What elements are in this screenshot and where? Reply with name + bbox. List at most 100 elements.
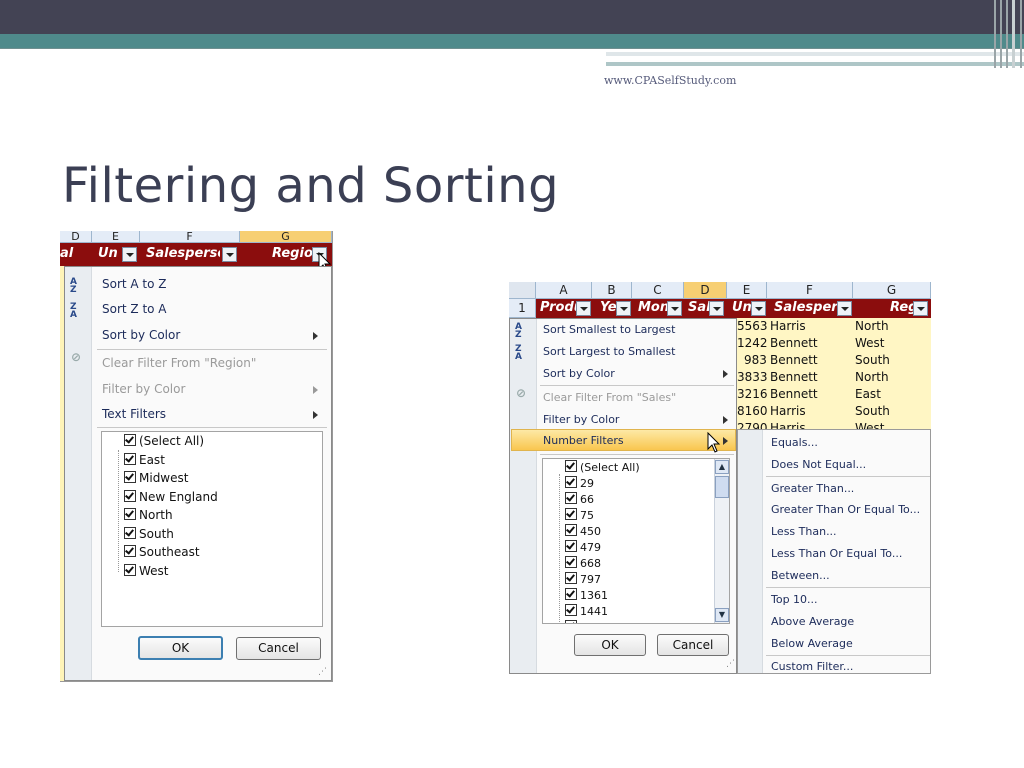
checkbox-midwest[interactable]: Midwest [124, 471, 188, 485]
header-cell-d: al [60, 246, 74, 261]
tree-line [118, 450, 119, 572]
checkbox-479[interactable]: 479 [565, 540, 601, 554]
filter-menu: AZ ZA ⊘ Sort Smallest to Largest Sort La… [509, 318, 737, 674]
col-header-g[interactable]: G [853, 282, 931, 299]
number-filters[interactable]: Number Filters [543, 434, 624, 447]
checkbox-1450[interactable]: 1450 [565, 620, 608, 623]
sort-a-to-z-icon: AZ [70, 277, 77, 295]
header-stripe-light [606, 52, 1024, 56]
sort-z-to-a[interactable]: Sort Z to A [102, 302, 167, 316]
col-header-e[interactable]: E [92, 231, 140, 243]
header-vertical-bars [992, 0, 1024, 68]
menu-separator [540, 385, 734, 386]
checkbox-1361[interactable]: 1361 [565, 588, 608, 602]
submenu-between[interactable]: Between... [771, 569, 830, 582]
submenu-custom-filter[interactable]: Custom Filter... [771, 660, 853, 673]
submenu-does-not-equal[interactable]: Does Not Equal... [771, 458, 866, 471]
cell-units: 5563 [737, 319, 768, 333]
col-header-e[interactable]: E [727, 282, 767, 299]
clear-filter-sales[interactable]: Clear Filter From "Sales" [543, 391, 676, 404]
scroll-thumb[interactable] [715, 476, 729, 498]
checkbox-select-all[interactable]: (Select All) [565, 460, 640, 474]
col-header-g[interactable]: G [240, 231, 332, 243]
checkbox-west[interactable]: West [124, 564, 169, 578]
checkbox-north[interactable]: North [124, 508, 173, 522]
col-header-d[interactable]: D [684, 282, 727, 299]
clear-filter-region[interactable]: Clear Filter From "Region" [102, 356, 256, 370]
checkbox-east[interactable]: East [124, 453, 165, 467]
select-all-corner[interactable] [509, 282, 536, 299]
col-header-f[interactable]: F [140, 231, 240, 243]
filter-dropdown-e[interactable] [122, 247, 137, 262]
sort-by-color[interactable]: Sort by Color [102, 328, 180, 342]
col-header-d[interactable]: D [60, 231, 92, 243]
filter-dropdown-f[interactable] [222, 247, 237, 262]
checkbox-797[interactable]: 797 [565, 572, 601, 586]
submenu-separator [766, 655, 930, 656]
menu-gutter [65, 267, 92, 680]
submenu-less-than[interactable]: Less Than... [771, 525, 837, 538]
sort-ascending-icon: AZ [515, 322, 522, 340]
checkbox-450[interactable]: 450 [565, 524, 601, 538]
submenu-top-10[interactable]: Top 10... [771, 593, 818, 606]
checkbox-668[interactable]: 668 [565, 556, 601, 570]
clear-filter-icon: ⊘ [71, 350, 82, 364]
cell-units: 3833 [737, 370, 768, 384]
col-header-c[interactable]: C [632, 282, 684, 299]
header-cell-f: Salesperso [146, 246, 220, 261]
sort-by-color[interactable]: Sort by Color [543, 367, 615, 380]
submenu-gutter [738, 430, 763, 673]
col-header-f[interactable]: F [767, 282, 853, 299]
filter-dropdown-c[interactable] [667, 301, 682, 316]
menu-separator [97, 349, 327, 350]
filter-dropdown-d[interactable] [709, 301, 724, 316]
scroll-down-icon[interactable]: ▼ [715, 608, 729, 622]
col-header-a[interactable]: A [536, 282, 592, 299]
ok-button[interactable]: OK [574, 634, 646, 656]
filter-dropdown-a[interactable] [576, 301, 591, 316]
filter-dropdown-f[interactable] [837, 301, 852, 316]
cell-units: 8160 [737, 404, 768, 418]
submenu-less-than-or-equal[interactable]: Less Than Or Equal To... [771, 547, 902, 560]
checkbox-66[interactable]: 66 [565, 492, 594, 506]
filter-by-color[interactable]: Filter by Color [543, 413, 619, 426]
submenu-below-average[interactable]: Below Average [771, 637, 853, 650]
header-cell-g: Regio [272, 246, 313, 261]
scroll-up-icon[interactable]: ▲ [715, 460, 729, 474]
checkbox-south[interactable]: South [124, 527, 174, 541]
value-checklist[interactable]: (Select All) 29 66 75 450 479 668 797 13… [542, 458, 730, 624]
submenu-above-average[interactable]: Above Average [771, 615, 854, 628]
cell-region: North [855, 319, 889, 333]
cell-salesperson: Harris [770, 404, 806, 418]
header-cell-f: Salesperso [774, 300, 844, 315]
filter-by-color-arrow-icon [723, 416, 728, 424]
cell-units: 3216 [737, 387, 768, 401]
checkbox-southeast[interactable]: Southeast [124, 545, 200, 559]
submenu-equals[interactable]: Equals... [771, 436, 818, 449]
checkbox-29[interactable]: 29 [565, 476, 594, 490]
header-row: al Un Salesperso Regio [60, 243, 332, 266]
value-checklist[interactable]: (Select All) East Midwest New England No… [101, 431, 323, 627]
cell-salesperson: Bennett [770, 370, 818, 384]
sort-smallest-to-largest[interactable]: Sort Smallest to Largest [543, 323, 675, 336]
checkbox-new-england[interactable]: New England [124, 490, 218, 504]
sort-largest-to-smallest[interactable]: Sort Largest to Smallest [543, 345, 675, 358]
submenu-greater-than[interactable]: Greater Than... [771, 482, 854, 495]
checkbox-75[interactable]: 75 [565, 508, 594, 522]
submenu-greater-than-or-equal[interactable]: Greater Than Or Equal To... [771, 503, 920, 516]
checkbox-1441[interactable]: 1441 [565, 604, 608, 618]
row-header-1[interactable]: 1 [509, 299, 536, 318]
cancel-button[interactable]: Cancel [236, 637, 321, 660]
filter-dropdown-b[interactable] [616, 301, 631, 316]
sort-descending-icon: ZA [515, 344, 522, 362]
col-header-b[interactable]: B [592, 282, 632, 299]
checkbox-select-all[interactable]: (Select All) [124, 434, 204, 448]
text-filters[interactable]: Text Filters [102, 407, 166, 421]
filter-dropdown-g[interactable] [913, 301, 928, 316]
filter-dropdown-e[interactable] [751, 301, 766, 316]
filter-by-color[interactable]: Filter by Color [102, 382, 185, 396]
sort-a-to-z[interactable]: Sort A to Z [102, 277, 167, 291]
cancel-button[interactable]: Cancel [657, 634, 729, 656]
header-rule [0, 48, 1024, 49]
ok-button[interactable]: OK [138, 636, 223, 660]
